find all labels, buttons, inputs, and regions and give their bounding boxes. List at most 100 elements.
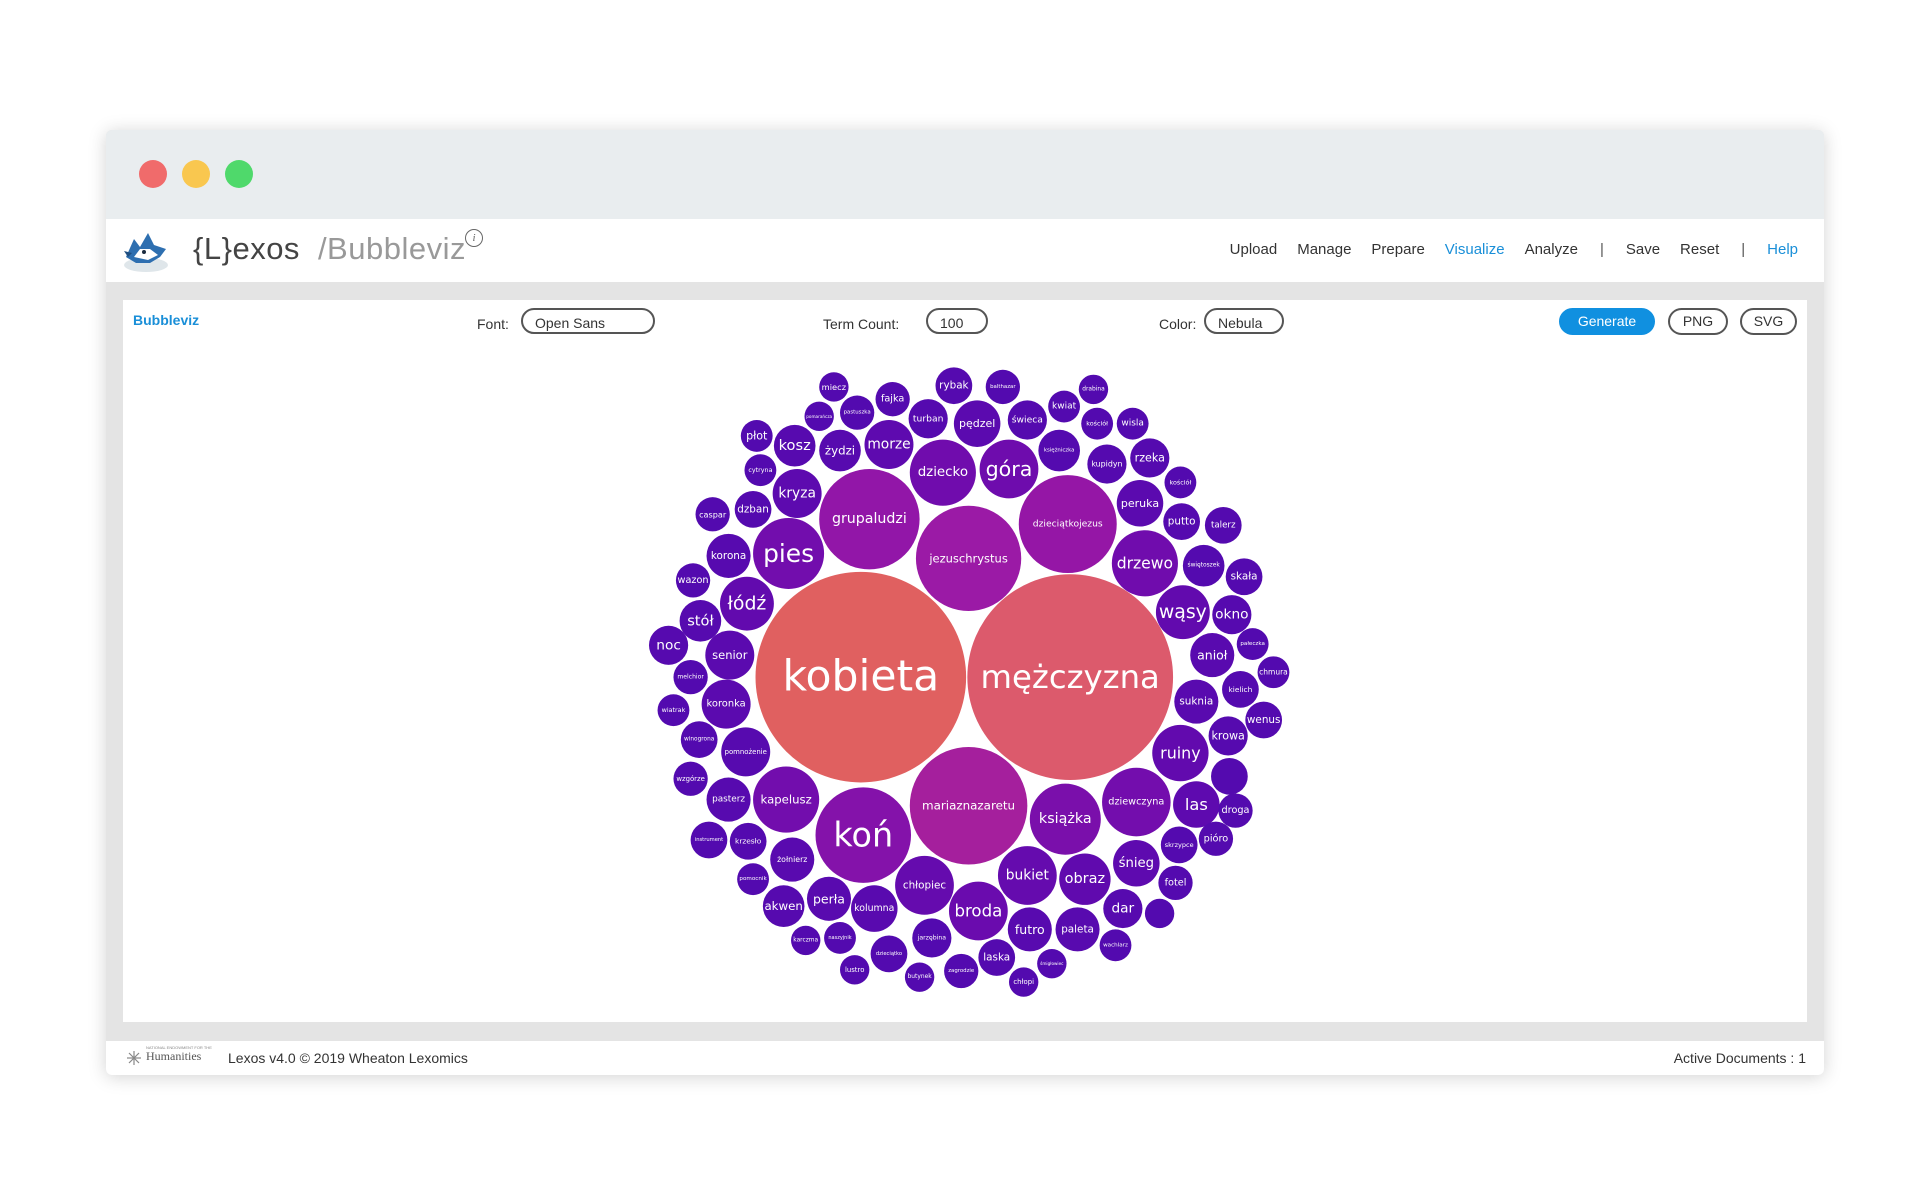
bubble-paleta[interactable]: paleta [1055,907,1100,952]
brand-title[interactable]: {L}exos/Bubbleviz [193,231,466,267]
bubble-kobieta[interactable]: kobieta [755,571,967,783]
bubble-karczma[interactable]: karczma [791,925,821,956]
bubble-wiatrak[interactable]: wiatrak [657,694,690,727]
bubble-koronka[interactable]: koronka [701,679,751,729]
maximize-window-button[interactable] [225,160,253,188]
bubble-świętoszek[interactable]: świętoszek [1182,544,1225,587]
bubble-żołnierz[interactable]: żołnierz [770,837,815,882]
bubble-wąsy[interactable]: wąsy [1155,585,1210,640]
bubble-morze[interactable]: morze [864,420,914,469]
bubble-turban[interactable]: turban [908,399,948,439]
bubble-anioł[interactable]: anioł [1190,633,1235,678]
bubble-term-67[interactable] [1211,757,1248,795]
bubble-pastuszka[interactable]: pastuszka [840,395,875,430]
bubble-broda[interactable]: broda [948,881,1008,941]
nav-prepare[interactable]: Prepare [1371,241,1424,258]
bubble-circle[interactable] [1211,757,1248,795]
nav-reset[interactable]: Reset [1680,241,1719,258]
bubble-książka[interactable]: książka [1029,783,1101,855]
bubble-chłopiec[interactable]: chłopiec [895,855,954,915]
bubble-chłopi[interactable]: chłopi [1008,967,1039,997]
bubble-rzeka[interactable]: rzeka [1130,438,1170,478]
bubble-dziewczyna[interactable]: dziewczyna [1102,767,1171,837]
minimize-window-button[interactable] [182,160,210,188]
bubble-skrzypce[interactable]: skrzypce [1160,826,1198,864]
bubble-pałeczka[interactable]: pałeczka [1236,628,1269,660]
bubble-kolumna[interactable]: kolumna [851,885,898,932]
bubble-rybak[interactable]: rybak [935,367,973,405]
bubble-śmigłowiec[interactable]: śmigłowiec [1037,948,1067,979]
bubble-okno[interactable]: okno [1212,595,1252,635]
bubble-naszyjnik[interactable]: naszyjnik [824,922,856,954]
bubble-pióro[interactable]: pióro [1198,821,1234,856]
bubble-miecz[interactable]: miecz [819,372,849,402]
nav-save[interactable]: Save [1626,241,1660,258]
bubble-wazon[interactable]: wazon [675,563,711,598]
bubble-świeca[interactable]: świeca [1007,400,1047,440]
bubble-fotel[interactable]: fotel [1158,865,1193,900]
bubble-peruka[interactable]: peruka [1116,480,1164,527]
bubble-płot[interactable]: płot [740,420,773,452]
bubble-koń[interactable]: koń [815,787,912,883]
bubble-circle[interactable] [1144,898,1175,929]
bubble-skała[interactable]: skała [1225,558,1263,596]
bubble-wachlarz[interactable]: wachlarz [1099,929,1132,962]
bubble-dzieciątko[interactable]: dzieciątko [870,935,908,973]
bubble-mariaznazaretu[interactable]: mariaznazaretu [909,746,1028,865]
bubble-lustro[interactable]: lustro [840,955,870,985]
wolf-logo-icon[interactable] [120,227,172,273]
bubble-melchior[interactable]: melchior [673,660,708,695]
bubble-bukiet[interactable]: bukiet [997,846,1057,905]
bubble-obraz[interactable]: obraz [1059,853,1111,905]
bubble-drabina[interactable]: drabina [1078,374,1109,405]
bubble-pomarańcza[interactable]: pomarańcza [804,401,834,432]
bubble-jarzębina[interactable]: jarzębina [912,918,952,958]
bubble-wenus[interactable]: wenus [1245,701,1283,739]
bubble-las[interactable]: las [1173,781,1220,828]
bubble-laska[interactable]: laska [978,939,1016,976]
bubble-wisla[interactable]: wisla [1116,407,1149,440]
nav-visualize[interactable]: Visualize [1445,241,1505,258]
bubble-kwiat[interactable]: kwiat [1048,390,1080,423]
bubble-góra[interactable]: góra [979,439,1039,499]
font-select[interactable]: Open Sans [521,308,655,334]
nav-help[interactable]: Help [1767,241,1798,258]
bubble-pomnożenie[interactable]: pomnożenie [721,727,771,777]
bubble-term-99[interactable] [1144,898,1175,929]
bubble-łódź[interactable]: łódź [720,576,774,631]
nav-analyze[interactable]: Analyze [1525,241,1578,258]
bubble-kosz[interactable]: kosz [773,424,816,467]
bubble-chmura[interactable]: chmura [1257,656,1290,689]
bubble-droga[interactable]: droga [1218,793,1253,828]
bubble-pies[interactable]: pies [753,517,825,589]
bubble-żydzi[interactable]: żydzi [819,429,861,472]
bubble-akwen[interactable]: akwen [762,885,805,927]
png-button[interactable]: PNG [1668,308,1728,335]
bubble-cytryna[interactable]: cytryna [744,454,777,487]
bubble-dzban[interactable]: dzban [734,491,772,528]
bubble-stół[interactable]: stół [679,600,722,642]
bubble-winogrona[interactable]: winogrona [680,721,718,758]
info-icon[interactable]: i [465,229,483,247]
bubble-dzieciątkojezus[interactable]: dzieciątkojezus [1018,475,1117,574]
nav-manage[interactable]: Manage [1297,241,1351,258]
bubble-pomocnik[interactable]: pomocnik [737,863,769,896]
bubble-instrument[interactable]: instrument [690,821,728,859]
bubble-pędzel[interactable]: pędzel [953,400,1001,447]
bubble-kupidyn[interactable]: kupidyn [1087,444,1127,484]
bubble-fajka[interactable]: fajka [875,382,910,417]
bubble-wzgórze[interactable]: wzgórze [673,761,708,796]
bubble-dziecko[interactable]: dziecko [909,439,976,506]
bubble-dar[interactable]: dar [1103,888,1143,929]
bubble-futro[interactable]: futro [1007,907,1052,952]
bubble-grupaludzi[interactable]: grupaludzi [819,468,920,570]
bubble-ruiny[interactable]: ruiny [1152,724,1209,782]
bubble-mężczyzna[interactable]: mężczyzna [967,574,1174,780]
bubble-kryza[interactable]: kryza [772,468,822,518]
bubble-zagrodzie[interactable]: zagrodzie [944,953,979,989]
generate-button[interactable]: Generate [1559,308,1655,335]
bubble-jezuschrystus[interactable]: jezuschrystus [915,505,1022,612]
bubble-kościół[interactable]: kościół [1081,407,1114,440]
svg-button[interactable]: SVG [1740,308,1797,335]
bubble-senior[interactable]: senior [705,630,755,680]
